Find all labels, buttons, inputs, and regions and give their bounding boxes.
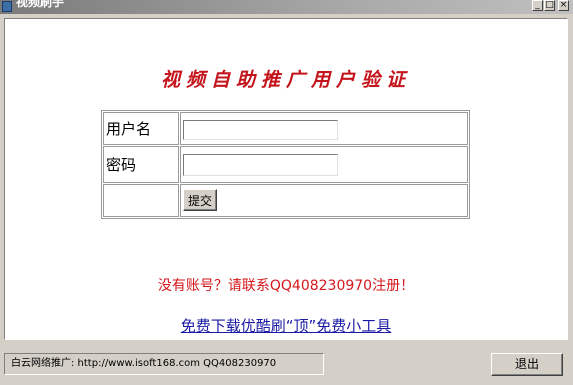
password-cell [180,146,468,183]
page-heading: 视频自助推广用户验证 [160,69,411,91]
window-controls: _ □ × [532,0,569,12]
username-row: 用户名 [103,112,468,146]
close-button[interactable]: × [558,0,569,11]
password-input[interactable] [183,154,338,177]
app-icon [2,1,12,12]
browser-content: 视频自助推广用户验证 用户名 密码 提交 没有账号？请联系QQ408230970… [4,18,568,340]
username-label: 用户名 [103,112,179,146]
status-bar: 白云网络推广: http://www.isoft168.com QQ408230… [4,353,324,375]
exit-button[interactable]: 退出 [491,353,563,376]
maximize-button[interactable]: □ [544,0,555,11]
username-cell [180,112,468,146]
login-form: 用户名 密码 提交 [101,110,470,219]
username-input[interactable] [183,119,338,140]
title-bar[interactable]: 视频刷手 _ □ × [0,0,573,14]
submit-button[interactable]: 提交 [183,189,218,212]
download-link[interactable]: 免费下载优酷刷“顶”免费小工具 [5,315,567,336]
submit-cell: 提交 [180,183,468,217]
minimize-button[interactable]: _ [532,0,543,11]
password-row: 密码 [103,146,468,183]
empty-cell [103,183,179,217]
window-title: 视频刷手 [16,0,65,9]
password-label: 密码 [103,146,179,183]
submit-row: 提交 [103,183,468,217]
register-note: 没有账号？请联系QQ408230970注册！ [157,278,415,294]
